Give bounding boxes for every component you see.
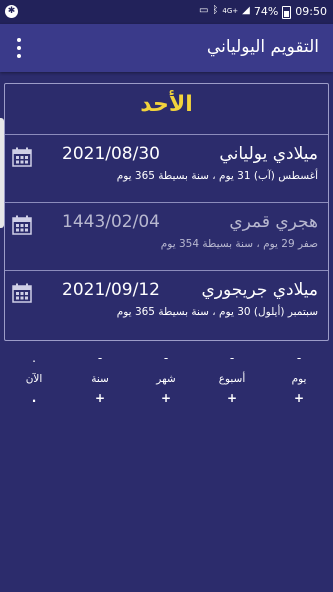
calendar-row-julian[interactable]: 2021/08/30 ميلادي يولياني أغسطس (آب) 31 … [5, 138, 328, 204]
now-button-bottom[interactable]: . [14, 392, 54, 404]
stepper-month: - شهر + [146, 352, 186, 404]
calendar-name: ميلادي جريجوري [201, 280, 318, 300]
increment-button[interactable]: + [146, 392, 186, 404]
battery-icon [282, 5, 292, 19]
calendar-date: 2021/08/30 [62, 144, 160, 164]
stepper-label: شهر [156, 373, 176, 385]
sim-icon: ▭ [198, 5, 209, 16]
calendar-info: سبتمبر (أيلول) 30 يوم ، سنة بسيطة 365 يو… [116, 306, 318, 318]
increment-button[interactable]: + [279, 392, 319, 404]
calendar-info: صفر 29 يوم ، سنة بسيطة 354 يوم [160, 238, 318, 250]
calendar-row-hijri[interactable]: 1443/02/04 هجري قمري صفر 29 يوم ، سنة بس… [5, 206, 328, 272]
day-name: الأحد [140, 92, 193, 117]
calendar-name: هجري قمري [229, 212, 318, 232]
stepper-label[interactable]: الآن [14, 372, 54, 386]
date-steppers: - يوم + - أسبوع + - شهر + - سنة + . الآن… [0, 352, 333, 412]
clock: 09:50 [295, 4, 327, 18]
now-button-top[interactable]: . [14, 352, 54, 366]
notification-icon: ✱ [5, 5, 18, 18]
decrement-button[interactable]: - [212, 352, 252, 366]
increment-button[interactable]: + [80, 392, 120, 404]
signal-icon: ◢ [242, 5, 250, 16]
decrement-button[interactable]: - [146, 352, 186, 366]
calendar-row-gregorian[interactable]: 2021/09/12 ميلادي جريجوري سبتمبر (أيلول)… [5, 274, 328, 340]
decrement-button[interactable]: - [80, 352, 120, 366]
battery-percent: 74% [253, 4, 279, 18]
stepper-day: - يوم + [279, 352, 319, 404]
bluetooth-icon: ᛒ [212, 5, 219, 16]
increment-button[interactable]: + [212, 392, 252, 404]
app-bar: التقويم اليولياني [0, 24, 333, 72]
divider [5, 202, 328, 203]
calendar-panel: الأحد 2021/08/30 ميلادي يولياني أغسطس (آ… [4, 83, 329, 341]
calendar-date: 1443/02/04 [62, 212, 160, 232]
calendar-name: ميلادي يولياني [219, 144, 318, 164]
divider [5, 134, 328, 135]
status-bar: ✱ ▭ ᛒ 4G+ ◢ 74% 09:50 [0, 0, 333, 24]
calendar-icon[interactable] [12, 215, 32, 235]
calendar-info: أغسطس (آب) 31 يوم ، سنة بسيطة 365 يوم [116, 170, 318, 182]
app-title: التقويم اليولياني [206, 37, 319, 57]
divider [5, 270, 328, 271]
stepper-now: . الآن . [14, 352, 54, 404]
decrement-button[interactable]: - [279, 352, 319, 366]
stepper-label: أسبوع [218, 373, 246, 385]
stepper-label: سنة [91, 373, 109, 385]
calendar-date: 2021/09/12 [62, 280, 160, 300]
stepper-year: - سنة + [80, 352, 120, 404]
status-indicators: ▭ ᛒ 4G+ ◢ 74% 09:50 [198, 4, 327, 19]
stepper-week: - أسبوع + [212, 352, 252, 404]
calendar-icon[interactable] [12, 283, 32, 303]
signal-type: 4G+ [222, 7, 239, 15]
calendar-icon[interactable] [12, 147, 32, 167]
overflow-menu-icon[interactable] [14, 38, 24, 58]
stepper-label: يوم [291, 373, 307, 385]
